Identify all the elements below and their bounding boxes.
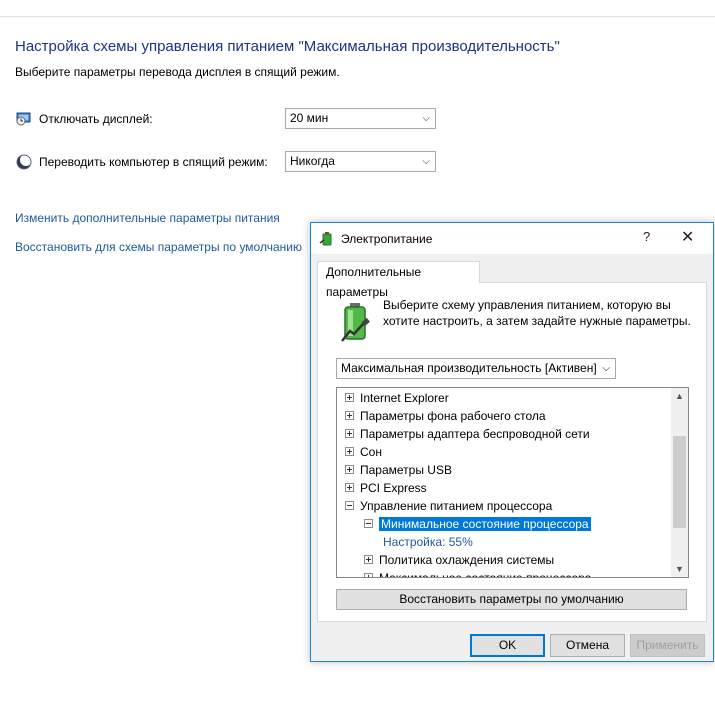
advanced-settings-panel: Выберите схему управления питанием, кото…	[317, 282, 707, 622]
apply-button[interactable]: Применить	[630, 634, 705, 657]
dialog-description: Выберите схему управления питанием, кото…	[383, 298, 691, 328]
page-subtitle: Выберите параметры перевода дисплея в сп…	[15, 65, 340, 79]
battery-icon	[341, 303, 370, 342]
display-icon	[16, 112, 31, 126]
tab-advanced-settings[interactable]: Дополнительные параметры	[317, 261, 480, 299]
expand-icon[interactable]	[345, 411, 354, 421]
tree-item[interactable]: Internet Explorer	[345, 389, 449, 407]
tree-item-label: Управление питанием процессора	[360, 499, 553, 513]
tree-item-label: PCI Express	[360, 481, 427, 495]
tree-item[interactable]: PCI Express	[345, 479, 427, 497]
collapse-icon[interactable]	[364, 519, 373, 529]
top-divider	[0, 16, 715, 17]
ok-button[interactable]: OK	[470, 634, 545, 657]
battery-plug-icon	[319, 232, 332, 246]
tree-item-label: Параметры адаптера беспроводной сети	[360, 427, 590, 441]
power-scheme-select[interactable]: Максимальная производительность [Активен…	[336, 358, 616, 379]
power-options-dialog: Электропитание ? ✕ Дополнительные параме…	[310, 222, 714, 662]
sleep-label: Переводить компьютер в спящий режим:	[39, 155, 268, 169]
expand-icon[interactable]	[345, 483, 354, 493]
tree-item-label: Минимальное состояние процессора	[379, 517, 591, 531]
chevron-down-icon: ⌵	[422, 156, 430, 167]
tree-item-label: Параметры фона рабочего стола	[360, 409, 546, 423]
tree-item-label: Максимальное состояние процессора	[379, 571, 592, 578]
settings-tree[interactable]: ▲ ▼ Internet Explorer Параметры фона рабо…	[336, 387, 689, 578]
tree-item[interactable]: Параметры адаптера беспроводной сети	[345, 425, 590, 443]
close-button[interactable]: ✕	[681, 227, 694, 247]
sleep-select[interactable]: Никогда ⌵	[285, 151, 436, 172]
tree-item-label: Internet Explorer	[360, 391, 449, 405]
tree-item[interactable]: Параметры USB	[345, 461, 452, 479]
tree-setting-value[interactable]: Настройка: 55%	[383, 533, 473, 551]
dialog-title: Электропитание	[341, 232, 433, 246]
expand-icon[interactable]	[364, 573, 373, 577]
scroll-down-icon[interactable]: ▼	[675, 564, 684, 574]
tree-item[interactable]: Параметры фона рабочего стола	[345, 407, 546, 425]
display-off-label: Отключать дисплей:	[39, 112, 153, 126]
tree-item[interactable]: Сон	[345, 443, 382, 461]
chevron-down-icon: ⌵	[602, 363, 610, 374]
expand-icon[interactable]	[345, 393, 354, 403]
tree-item-label: Параметры USB	[360, 463, 452, 477]
expand-icon[interactable]	[345, 465, 354, 475]
tree-scrollbar[interactable]: ▲ ▼	[671, 388, 688, 577]
chevron-down-icon: ⌵	[422, 113, 430, 124]
expand-icon[interactable]	[364, 555, 373, 565]
expand-icon[interactable]	[345, 429, 354, 439]
dialog-titlebar[interactable]: Электропитание ? ✕	[311, 223, 713, 254]
help-button[interactable]: ?	[643, 229, 650, 244]
power-scheme-value: Максимальная производительность [Активен…	[341, 361, 597, 375]
tree-item[interactable]: Управление питанием процессора	[345, 497, 552, 515]
scrollbar-thumb[interactable]	[673, 436, 686, 528]
page-title: Настройка схемы управления питанием "Мак…	[15, 38, 560, 55]
tree-item-label: Настройка: 55%	[383, 535, 473, 549]
tree-item[interactable]: Максимальное состояние процессора	[364, 569, 592, 578]
display-off-select[interactable]: 20 мин ⌵	[285, 108, 436, 129]
advanced-settings-link[interactable]: Изменить дополнительные параметры питани…	[15, 211, 280, 225]
restore-defaults-button[interactable]: Восстановить параметры по умолчанию	[336, 589, 687, 610]
display-off-value: 20 мин	[290, 111, 329, 125]
tree-item[interactable]: Минимальное состояние процессора	[364, 515, 591, 533]
restore-defaults-link[interactable]: Восстановить для схемы параметры по умол…	[15, 240, 302, 254]
cancel-button[interactable]: Отмена	[550, 634, 625, 657]
sleep-value: Никогда	[290, 154, 335, 168]
tree-item-label: Сон	[360, 445, 382, 459]
tree-item[interactable]: Политика охлаждения системы	[364, 551, 554, 569]
expand-icon[interactable]	[345, 447, 354, 457]
collapse-icon[interactable]	[345, 501, 354, 511]
tree-item-label: Политика охлаждения системы	[379, 553, 555, 567]
scroll-up-icon[interactable]: ▲	[675, 391, 684, 401]
moon-icon	[16, 154, 32, 170]
